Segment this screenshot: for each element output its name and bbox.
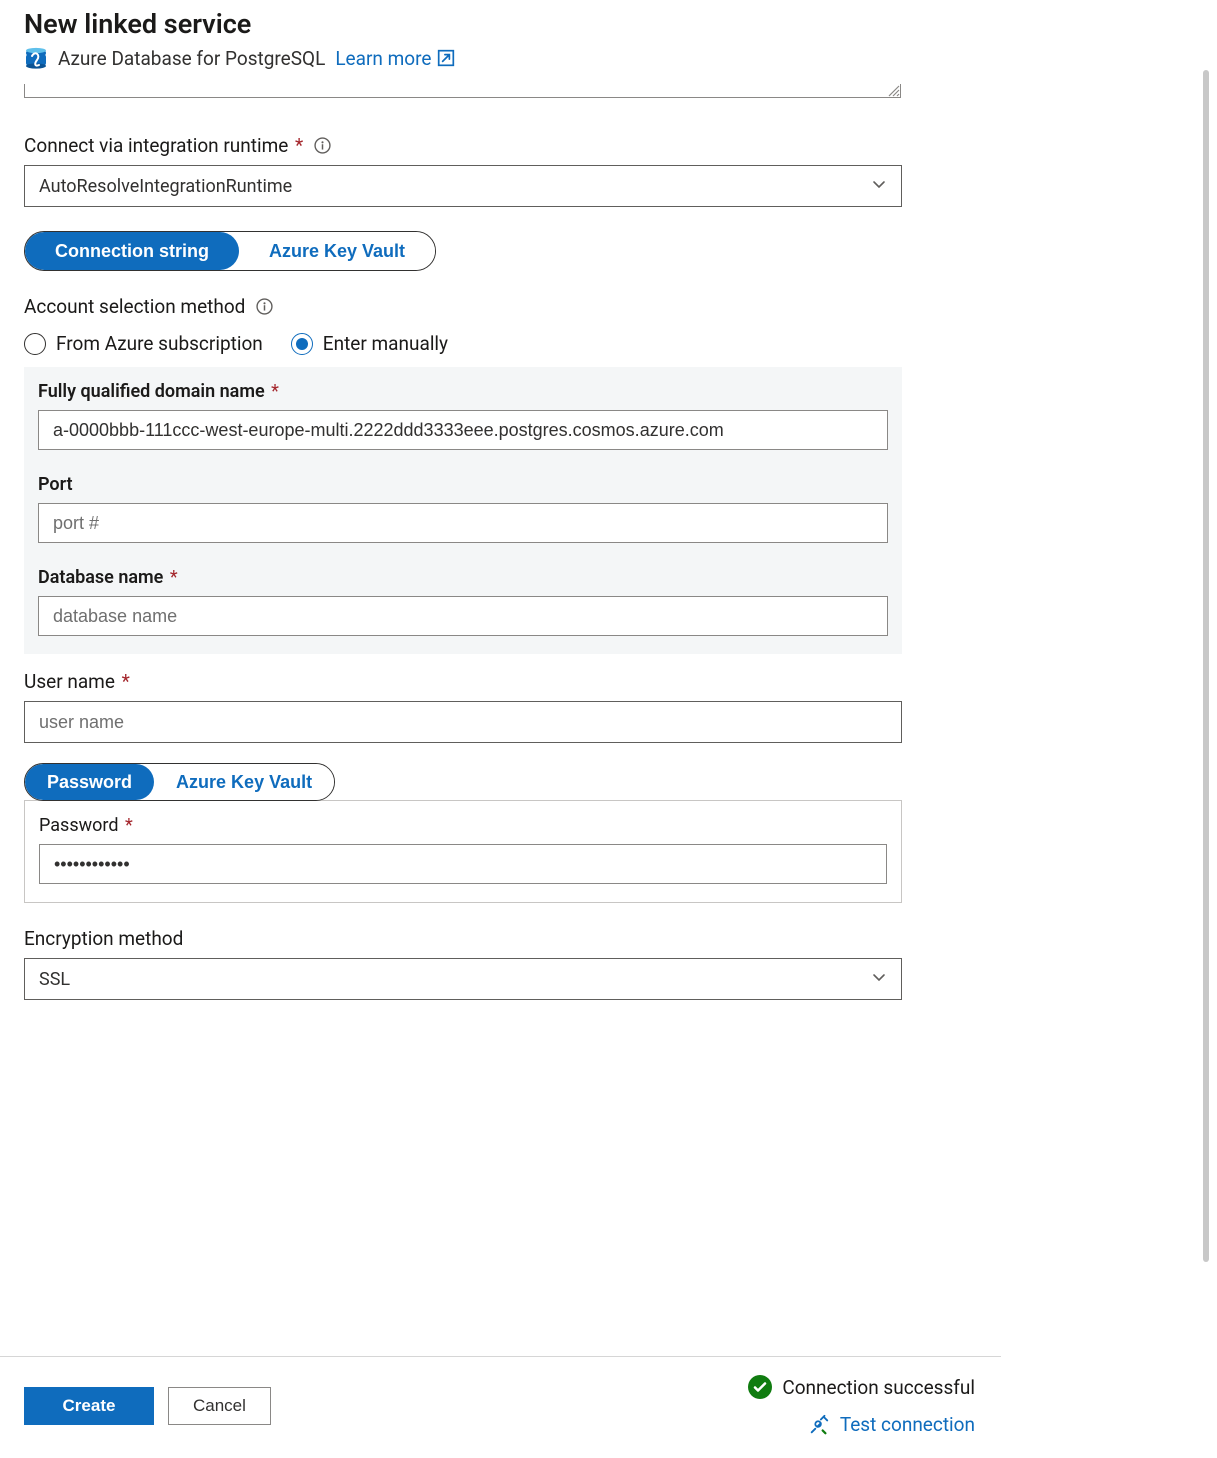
username-label: User name * — [24, 670, 130, 693]
tab-password[interactable]: Password — [25, 764, 154, 800]
manual-entry-panel: Fully qualified domain name * Port Datab… — [24, 367, 902, 654]
encryption-select[interactable]: SSL — [24, 958, 902, 1000]
vertical-scrollbar[interactable] — [1203, 70, 1209, 1338]
radio-enter-manually[interactable]: Enter manually — [291, 332, 448, 355]
password-panel: Password * — [24, 800, 902, 903]
password-label: Password * — [39, 815, 133, 836]
integration-runtime-select[interactable]: AutoResolveIntegrationRuntime — [24, 165, 902, 207]
connection-status: Connection successful — [748, 1375, 975, 1399]
database-name-input[interactable] — [38, 596, 888, 636]
connection-status-text: Connection successful — [782, 1376, 975, 1399]
account-selection-radios: From Azure subscription Enter manually — [24, 332, 1001, 355]
integration-runtime-label: Connect via integration runtime * — [24, 134, 303, 157]
username-input[interactable] — [24, 701, 902, 743]
password-input[interactable] — [39, 844, 887, 884]
subtitle-text: Azure Database for PostgreSQL — [58, 47, 325, 70]
port-input[interactable] — [38, 503, 888, 543]
resize-grip-icon[interactable] — [886, 83, 900, 97]
page-title: New linked service — [24, 8, 1001, 40]
learn-more-label: Learn more — [335, 47, 431, 70]
password-method-tabs: Password Azure Key Vault — [24, 763, 335, 801]
subtitle-row: Azure Database for PostgreSQL Learn more — [24, 46, 1001, 70]
description-textarea-bottom[interactable] — [24, 84, 901, 98]
account-selection-label: Account selection method — [24, 295, 245, 318]
info-icon[interactable] — [255, 298, 273, 316]
radio-icon — [24, 333, 46, 355]
chevron-down-icon — [871, 969, 887, 990]
chevron-down-icon — [871, 176, 887, 197]
radio-from-subscription-label: From Azure subscription — [56, 332, 263, 355]
info-icon[interactable] — [313, 137, 331, 155]
tab-password-key-vault[interactable]: Azure Key Vault — [154, 764, 334, 800]
plug-icon — [808, 1414, 830, 1436]
tab-azure-key-vault[interactable]: Azure Key Vault — [239, 232, 435, 270]
fqdn-input[interactable] — [38, 410, 888, 450]
database-name-label: Database name * — [38, 567, 178, 588]
connection-method-tabs: Connection string Azure Key Vault — [24, 231, 436, 271]
cancel-button[interactable]: Cancel — [168, 1387, 271, 1425]
required-asterisk: * — [290, 134, 303, 157]
port-label: Port — [38, 474, 73, 495]
test-connection-label: Test connection — [840, 1413, 975, 1436]
success-check-icon — [748, 1375, 772, 1399]
fqdn-label: Fully qualified domain name * — [38, 381, 279, 402]
tab-connection-string[interactable]: Connection string — [25, 232, 239, 270]
radio-from-subscription[interactable]: From Azure subscription — [24, 332, 263, 355]
create-button[interactable]: Create — [24, 1387, 154, 1425]
learn-more-link[interactable]: Learn more — [335, 47, 455, 70]
radio-enter-manually-label: Enter manually — [323, 332, 448, 355]
postgresql-icon — [24, 46, 48, 70]
encryption-label: Encryption method — [24, 927, 183, 950]
test-connection-link[interactable]: Test connection — [808, 1413, 975, 1436]
scrollbar-thumb[interactable] — [1203, 70, 1209, 1262]
encryption-value: SSL — [39, 969, 70, 990]
footer-bar: Create Cancel Connection successful Test… — [0, 1356, 1001, 1458]
integration-runtime-value: AutoResolveIntegrationRuntime — [39, 176, 292, 197]
external-link-icon — [437, 49, 455, 67]
radio-icon — [291, 333, 313, 355]
